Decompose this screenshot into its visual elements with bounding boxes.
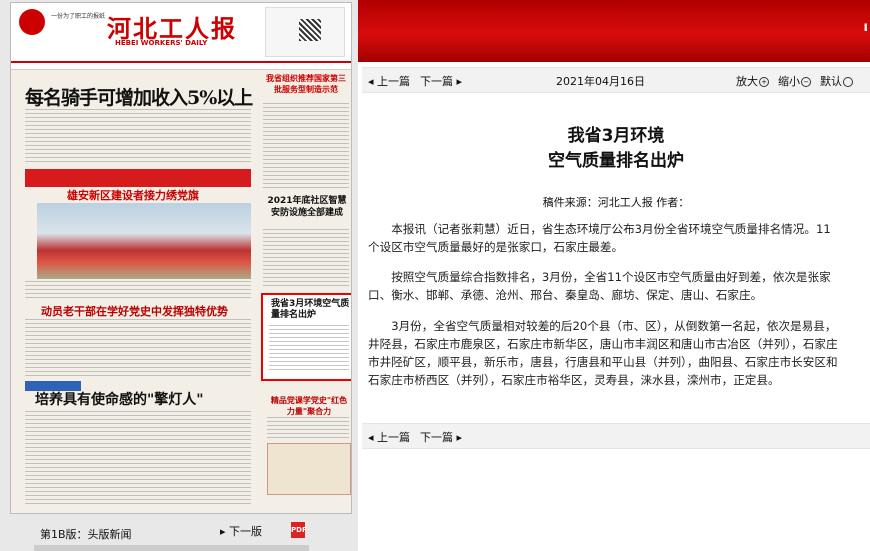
next-article-label: 下一篇 [420,75,453,88]
zoom-in-button[interactable]: 放大 + [736,73,769,89]
text-column [269,325,349,373]
zoom-in-label: 放大 [736,75,758,88]
right-arrow-icon: ▸ [220,525,226,538]
text-column [25,319,251,377]
pdf-icon[interactable]: PDF [291,522,307,538]
article-title: 我省3月环境 空气质量排名出炉 [362,124,870,174]
issue-date: 2021年04月16日 [556,75,645,88]
text-column [267,417,349,439]
zoom-out-label: 缩小 [778,75,800,88]
dateline-strip [11,63,351,70]
bottom-scrollbar[interactable] [34,545,309,551]
ad-box [267,443,351,495]
article-title-line1: 我省3月环境 [567,126,665,146]
article-source: 稿件来源：河北工人报 作者： [542,196,690,209]
next-edition-label: 下一版 [229,525,263,538]
left-arrow-icon: ◂ [368,431,374,444]
prev-article-link[interactable]: ◂ 上一篇 [368,73,410,89]
zoom-default-button[interactable]: 默认 [820,73,853,89]
banner-glyph: ı [863,20,868,35]
next-article-link[interactable]: 下一篇 ▸ [420,429,462,445]
prev-article-link[interactable]: ◂ 上一篇 [368,429,410,445]
text-column [25,281,251,299]
article-paragraph: 3月份，全省空气质量相对较差的后20个县（市、区），从倒数第一名起，依次是易县，… [368,319,838,387]
text-column [25,109,251,165]
masthead-logo-icon [19,9,45,35]
article-paragraph: 按照空气质量综合指数排名，3月份，全省11个设区市空气质量由好到差，依次是张家口… [368,270,831,302]
next-article-label: 下一篇 [420,431,453,444]
masthead-en: HEBEI WORKERS' DAILY [115,39,208,47]
article-nav-bottom: ◂ 上一篇 下一篇 ▸ [362,423,870,449]
right-arrow-icon: ▸ [456,75,463,88]
article-nav-top: ◂ 上一篇 下一篇 ▸ 2021年04月16日 放大 + 缩小 − 默认 [362,67,870,93]
prev-article-label: 上一篇 [377,431,411,444]
next-article-link[interactable]: 下一篇 ▸ [420,73,462,89]
page-label: 第1B版：头版新闻 [40,528,132,541]
zoom-default-label: 默认 [820,75,842,88]
circle-icon [843,77,853,87]
masthead-slogan: 一份为了职工的报纸 [51,13,106,20]
headline-right-bottom[interactable]: 精品党课学党史"红色力量"聚合力 [267,395,351,417]
article-paragraph: 本报讯（记者张莉慧）近日，省生态环境厅公布3月份全省环境空气质量排名情况。11个… [368,222,831,254]
headline-main[interactable]: 每名骑手可增加收入5%以上 [25,83,253,110]
next-edition-link[interactable]: ▸ 下一版 [220,523,262,539]
zoom-out-button[interactable]: 缩小 − [778,73,811,89]
plus-circle-icon: + [759,77,769,87]
prev-article-label: 上一篇 [377,75,411,88]
text-column [25,411,251,507]
headline-highlight[interactable]: 我省3月环境空气质量排名出炉 [271,299,351,321]
left-arrow-icon: ◂ [368,75,374,88]
news-photo [37,203,251,279]
newspaper-page-image[interactable]: 一份为了职工的报纸 河北工人报 HEBEI WORKERS' DAILY 每名骑… [10,2,352,514]
headline-xiongan[interactable]: 雄安新区建设者接力绣党旗 [67,187,199,203]
newspaper-panel: 一份为了职工的报纸 河北工人报 HEBEI WORKERS' DAILY 每名骑… [0,0,358,551]
headline-bottom[interactable]: 培养具有使命感的"擎灯人" [35,389,204,409]
text-column [263,103,349,189]
minus-circle-icon: − [801,77,811,87]
text-column [263,229,349,289]
headline-right-top[interactable]: 我省组织推荐国家第三批服务型制造示范 [263,73,349,95]
headline-right-mid[interactable]: 2021年底社区智慧安防设施全部建成 [266,195,348,219]
headline-mid[interactable]: 动员老干部在学好党史中发挥独特优势 [41,303,228,319]
right-arrow-icon: ▸ [456,431,463,444]
red-banner-strip [25,169,251,187]
article-title-line2: 空气质量排名出炉 [548,151,684,171]
qr-code-icon [299,19,321,41]
masthead: 一份为了职工的报纸 河北工人报 HEBEI WORKERS' DAILY [11,3,351,63]
